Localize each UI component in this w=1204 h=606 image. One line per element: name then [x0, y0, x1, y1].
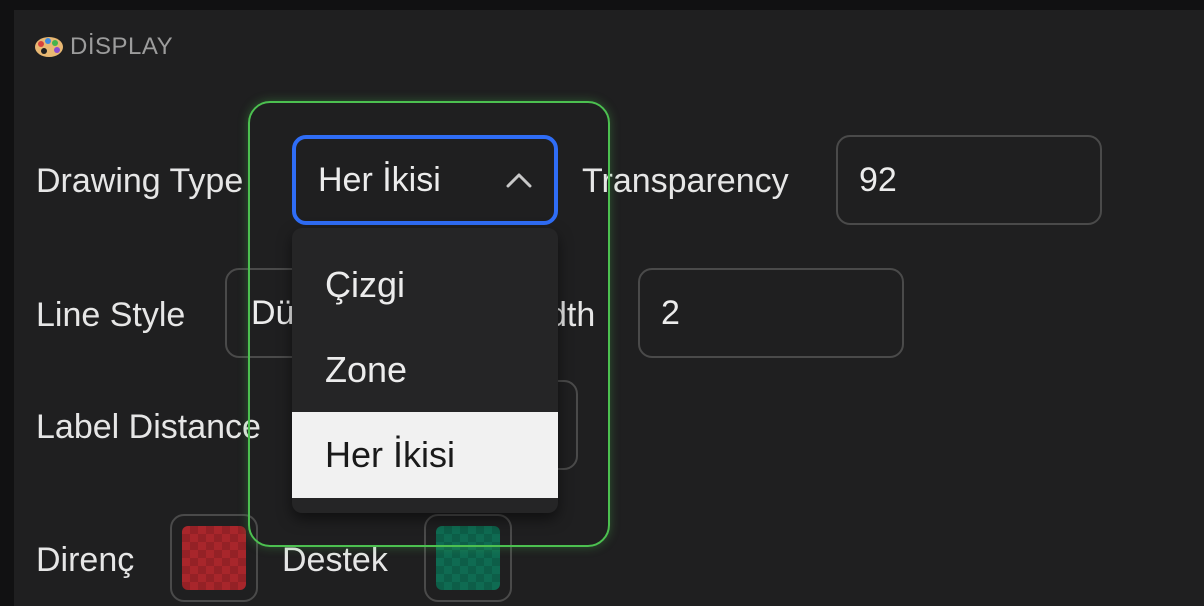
drawing-type-dropdown: Çizgi Zone Her İkisi — [292, 228, 558, 513]
palette-icon — [35, 37, 63, 57]
transparency-value: 92 — [859, 160, 897, 199]
chevron-up-icon — [506, 173, 532, 188]
dropdown-option-cizgi[interactable]: Çizgi — [292, 242, 558, 328]
drawing-type-label: Drawing Type — [36, 162, 244, 200]
label-distance-label: Label Distance — [36, 408, 261, 446]
dropdown-option-zone[interactable]: Zone — [292, 327, 558, 413]
drawing-type-select[interactable]: Her İkisi — [292, 135, 558, 225]
transparency-label: Transparency — [582, 162, 789, 200]
section-title: DİSPLAY — [70, 33, 174, 60]
direnc-color-swatch[interactable] — [170, 514, 258, 602]
dropdown-option-her-ikisi[interactable]: Her İkisi — [292, 412, 558, 498]
line-style-label: Line Style — [36, 296, 186, 334]
line-width-value: 2 — [661, 293, 680, 332]
transparency-input[interactable]: 92 — [836, 135, 1102, 225]
destek-color-swatch[interactable] — [424, 514, 512, 602]
drawing-type-value: Her İkisi — [318, 160, 441, 199]
line-width-input[interactable]: 2 — [638, 268, 904, 358]
line-style-value: Dü — [251, 293, 295, 332]
destek-label: Destek — [282, 541, 388, 579]
section-header: DİSPLAY — [34, 32, 173, 62]
destek-color-fill — [436, 526, 500, 590]
direnc-label: Direnç — [36, 541, 135, 579]
direnc-color-fill — [182, 526, 246, 590]
